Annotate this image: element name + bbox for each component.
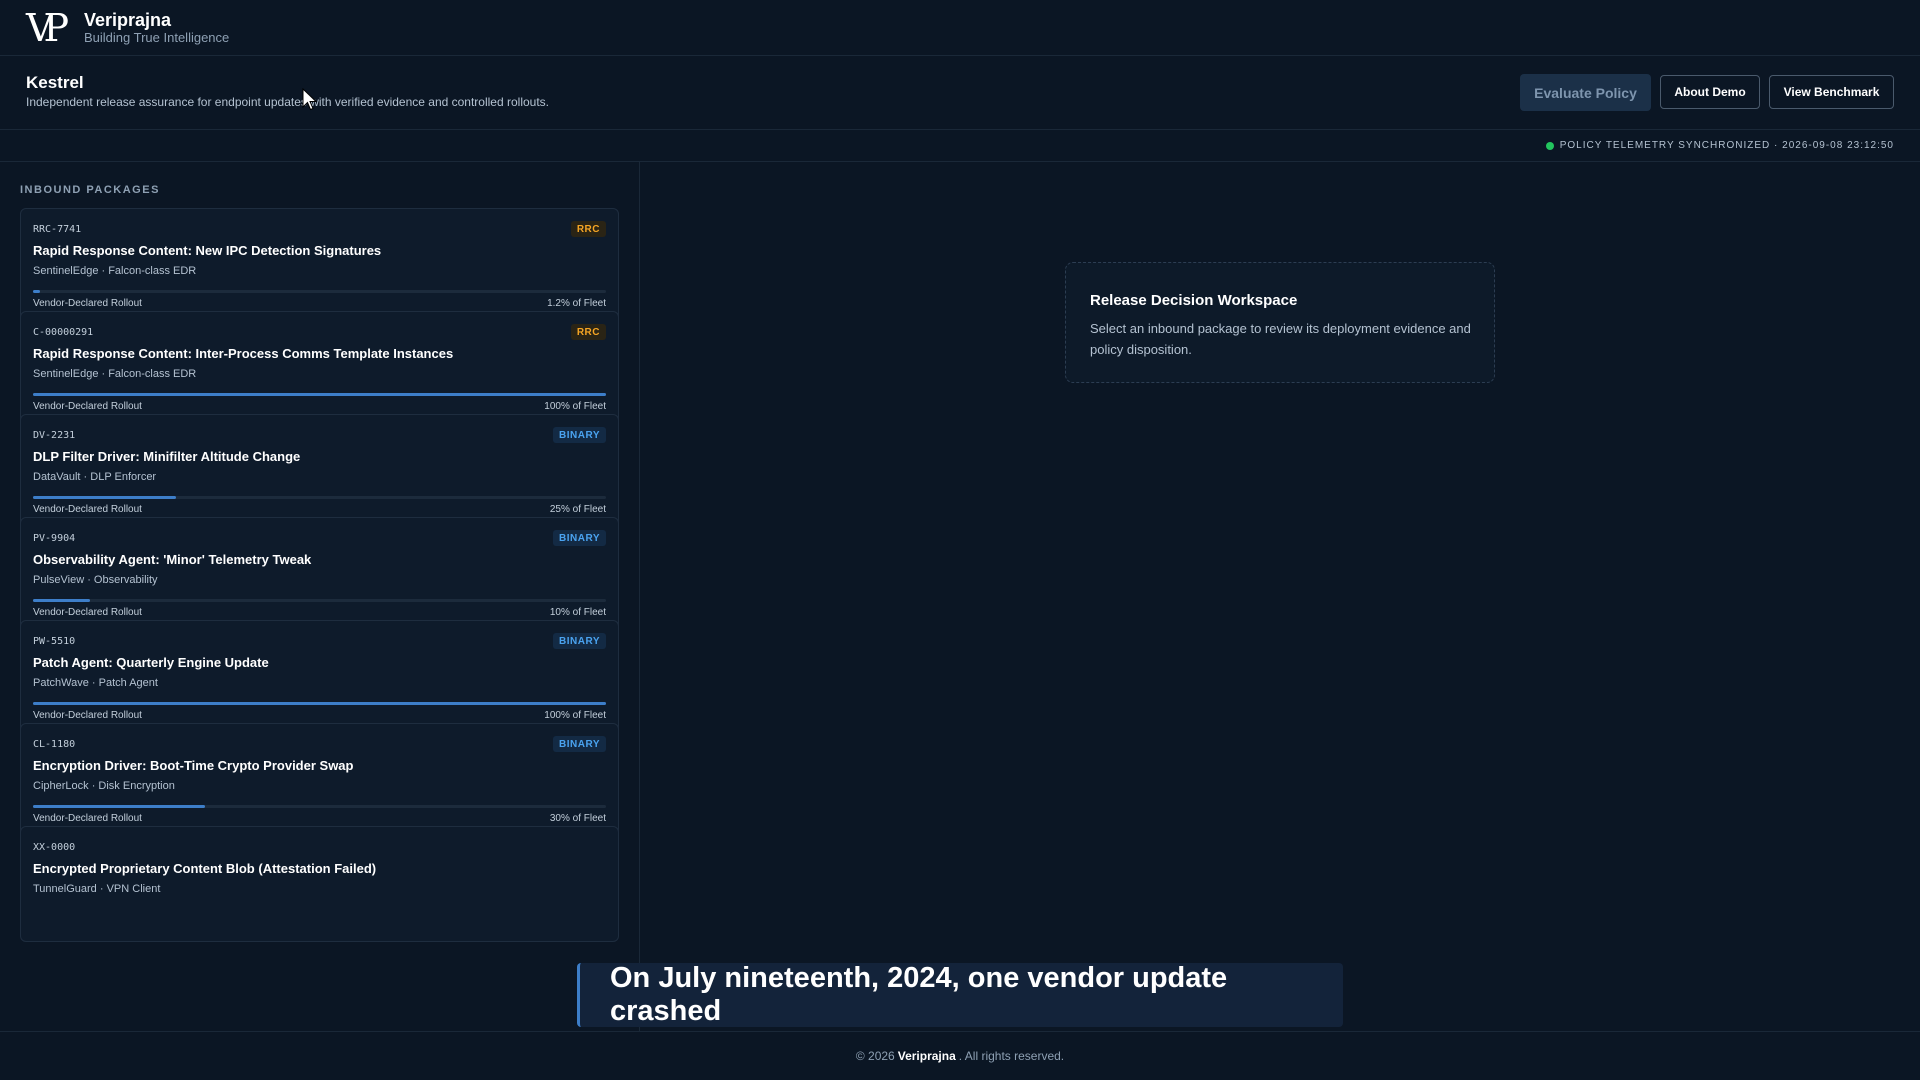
release-decision-workspace: Release Decision Workspace Select an inb…	[1065, 262, 1495, 383]
package-vendor: TunnelGuard · VPN Client	[33, 883, 161, 895]
rollout-label: Vendor-Declared Rollout	[33, 710, 142, 721]
package-card[interactable]: CL-1180 BINARY Encryption Driver: Boot-Tim…	[20, 723, 619, 839]
footer-brand[interactable]: Veriprajna	[898, 1049, 956, 1063]
package-id: XX-0000	[33, 842, 76, 853]
package-vendor: DataVault · DLP Enforcer	[33, 471, 157, 483]
package-title: Rapid Response Content: New IPC Detectio…	[33, 243, 382, 258]
package-id: PW-5510	[33, 636, 76, 647]
rollout-progress-fill	[33, 599, 91, 602]
package-vendor: SentinelEdge · Falcon-class EDR	[33, 265, 197, 277]
package-type-badge: BINARY	[553, 633, 606, 649]
package-id: C-00000291	[33, 327, 94, 338]
package-card[interactable]: C-00000291 RRC Rapid Response Content: Int…	[20, 311, 619, 427]
package-title: Encrypted Proprietary Content Blob (Atte…	[33, 861, 377, 876]
rollout-progress-bar	[33, 393, 606, 396]
package-type-badge: RRC	[570, 324, 606, 340]
rollout-label: Vendor-Declared Rollout	[33, 401, 142, 412]
brand-text: Veriprajna Building True Intelligence	[84, 10, 229, 46]
rollout-progress-fill	[33, 805, 205, 808]
rollout-label: Vendor-Declared Rollout	[33, 298, 142, 309]
mouse-cursor-icon	[302, 88, 318, 111]
rollout-percentage: 25% of Fleet	[549, 504, 606, 515]
package-card[interactable]: PW-5510 BINARY Patch Agent: Quarterly Engi…	[20, 620, 619, 736]
brand-tagline: Building True Intelligence	[84, 29, 230, 45]
package-vendor: PulseView · Observability	[33, 574, 158, 586]
rollout-progress-fill	[33, 496, 177, 499]
view-benchmark-button[interactable]: View Benchmark	[1769, 75, 1894, 109]
package-title: Rapid Response Content: Inter-Process Co…	[33, 346, 454, 361]
package-vendor: SentinelEdge · Falcon-class EDR	[33, 368, 197, 380]
package-type-badge: RRC	[570, 221, 606, 237]
rollout-label: Vendor-Declared Rollout	[33, 813, 142, 824]
rollout-progress-bar	[33, 496, 606, 499]
rollout-progress-fill	[33, 702, 606, 705]
rollout-progress-fill	[33, 393, 606, 396]
status-bar: POLICY TELEMETRY SYNCHRONIZED · 2026-09-…	[0, 130, 1920, 162]
about-demo-button[interactable]: About Demo	[1660, 75, 1760, 109]
footer-rights: . All rights reserved.	[958, 1049, 1065, 1063]
rollout-progress-bar	[33, 290, 606, 293]
package-id: CL-1180	[33, 739, 76, 750]
status-text: POLICY TELEMETRY SYNCHRONIZED · 2026-09-…	[1559, 140, 1894, 151]
workspace-text: Select an inbound package to review its …	[1090, 321, 1471, 357]
brand-logo[interactable]: VP	[26, 6, 74, 50]
inbound-packages-panel[interactable]: INBOUND PACKAGES RRC-7741 RRC Rapid Respon…	[0, 162, 640, 1031]
video-caption: On July nineteenth, 2024, one vendor upd…	[577, 962, 1343, 1027]
package-card[interactable]: PV-9904 BINARY Observability Agent: 'Minor…	[20, 517, 619, 633]
package-title: Observability Agent: 'Minor' Telemetry T…	[33, 552, 312, 567]
page-subtitle: Independent release assurance for endpoi…	[26, 95, 550, 109]
evaluate-policy-button[interactable]: Evaluate Policy	[1520, 74, 1651, 111]
rollout-progress-fill	[33, 290, 40, 293]
brand-header: VP Veriprajna Building True Intelligence	[0, 0, 1920, 56]
footer: © 2026 Veriprajna . All rights reserved.	[0, 1031, 1920, 1080]
package-type-badge: BINARY	[553, 427, 606, 443]
package-type-badge: BINARY	[553, 530, 606, 546]
rollout-percentage: 100% of Fleet	[544, 401, 606, 412]
package-title: DLP Filter Driver: Minifilter Altitude C…	[33, 449, 301, 464]
rollout-percentage: 10% of Fleet	[549, 607, 606, 618]
rollout-label: Vendor-Declared Rollout	[33, 504, 142, 515]
rollout-progress-bar	[33, 599, 606, 602]
product-header: Kestrel Independent release assurance fo…	[0, 56, 1920, 130]
package-card[interactable]: RRC-7741 RRC Rapid Response Content: New I…	[20, 208, 619, 324]
package-title: Patch Agent: Quarterly Engine Update	[33, 655, 269, 670]
status-dot-icon	[1545, 141, 1554, 150]
brand-name: Veriprajna	[84, 9, 172, 30]
section-label: INBOUND PACKAGES	[20, 184, 160, 196]
package-card[interactable]: XX-0000 Encrypted Proprietary Content Blo…	[20, 826, 619, 942]
package-type-badge: BINARY	[553, 736, 606, 752]
telemetry-status: POLICY TELEMETRY SYNCHRONIZED · 2026-09-…	[1545, 140, 1894, 151]
rollout-label: Vendor-Declared Rollout	[33, 607, 142, 618]
package-id: RRC-7741	[33, 224, 82, 235]
page-title: Kestrel	[26, 73, 84, 92]
package-vendor: CipherLock · Disk Encryption	[33, 780, 175, 792]
package-title: Encryption Driver: Boot-Time Crypto Prov…	[33, 758, 354, 773]
workspace-title: Release Decision Workspace	[1090, 292, 1298, 309]
package-card[interactable]: DV-2231 BINARY DLP Filter Driver: Minifilt…	[20, 414, 619, 530]
package-id: DV-2231	[33, 430, 76, 441]
rollout-percentage: 1.2% of Fleet	[547, 298, 606, 309]
package-id: PV-9904	[33, 533, 76, 544]
rollout-percentage: 30% of Fleet	[549, 813, 606, 824]
footer-copyright: © 2026	[855, 1049, 895, 1063]
rollout-progress-bar	[33, 805, 606, 808]
rollout-progress-bar	[33, 702, 606, 705]
rollout-percentage: 100% of Fleet	[544, 710, 606, 721]
package-vendor: PatchWave · Patch Agent	[33, 677, 158, 689]
